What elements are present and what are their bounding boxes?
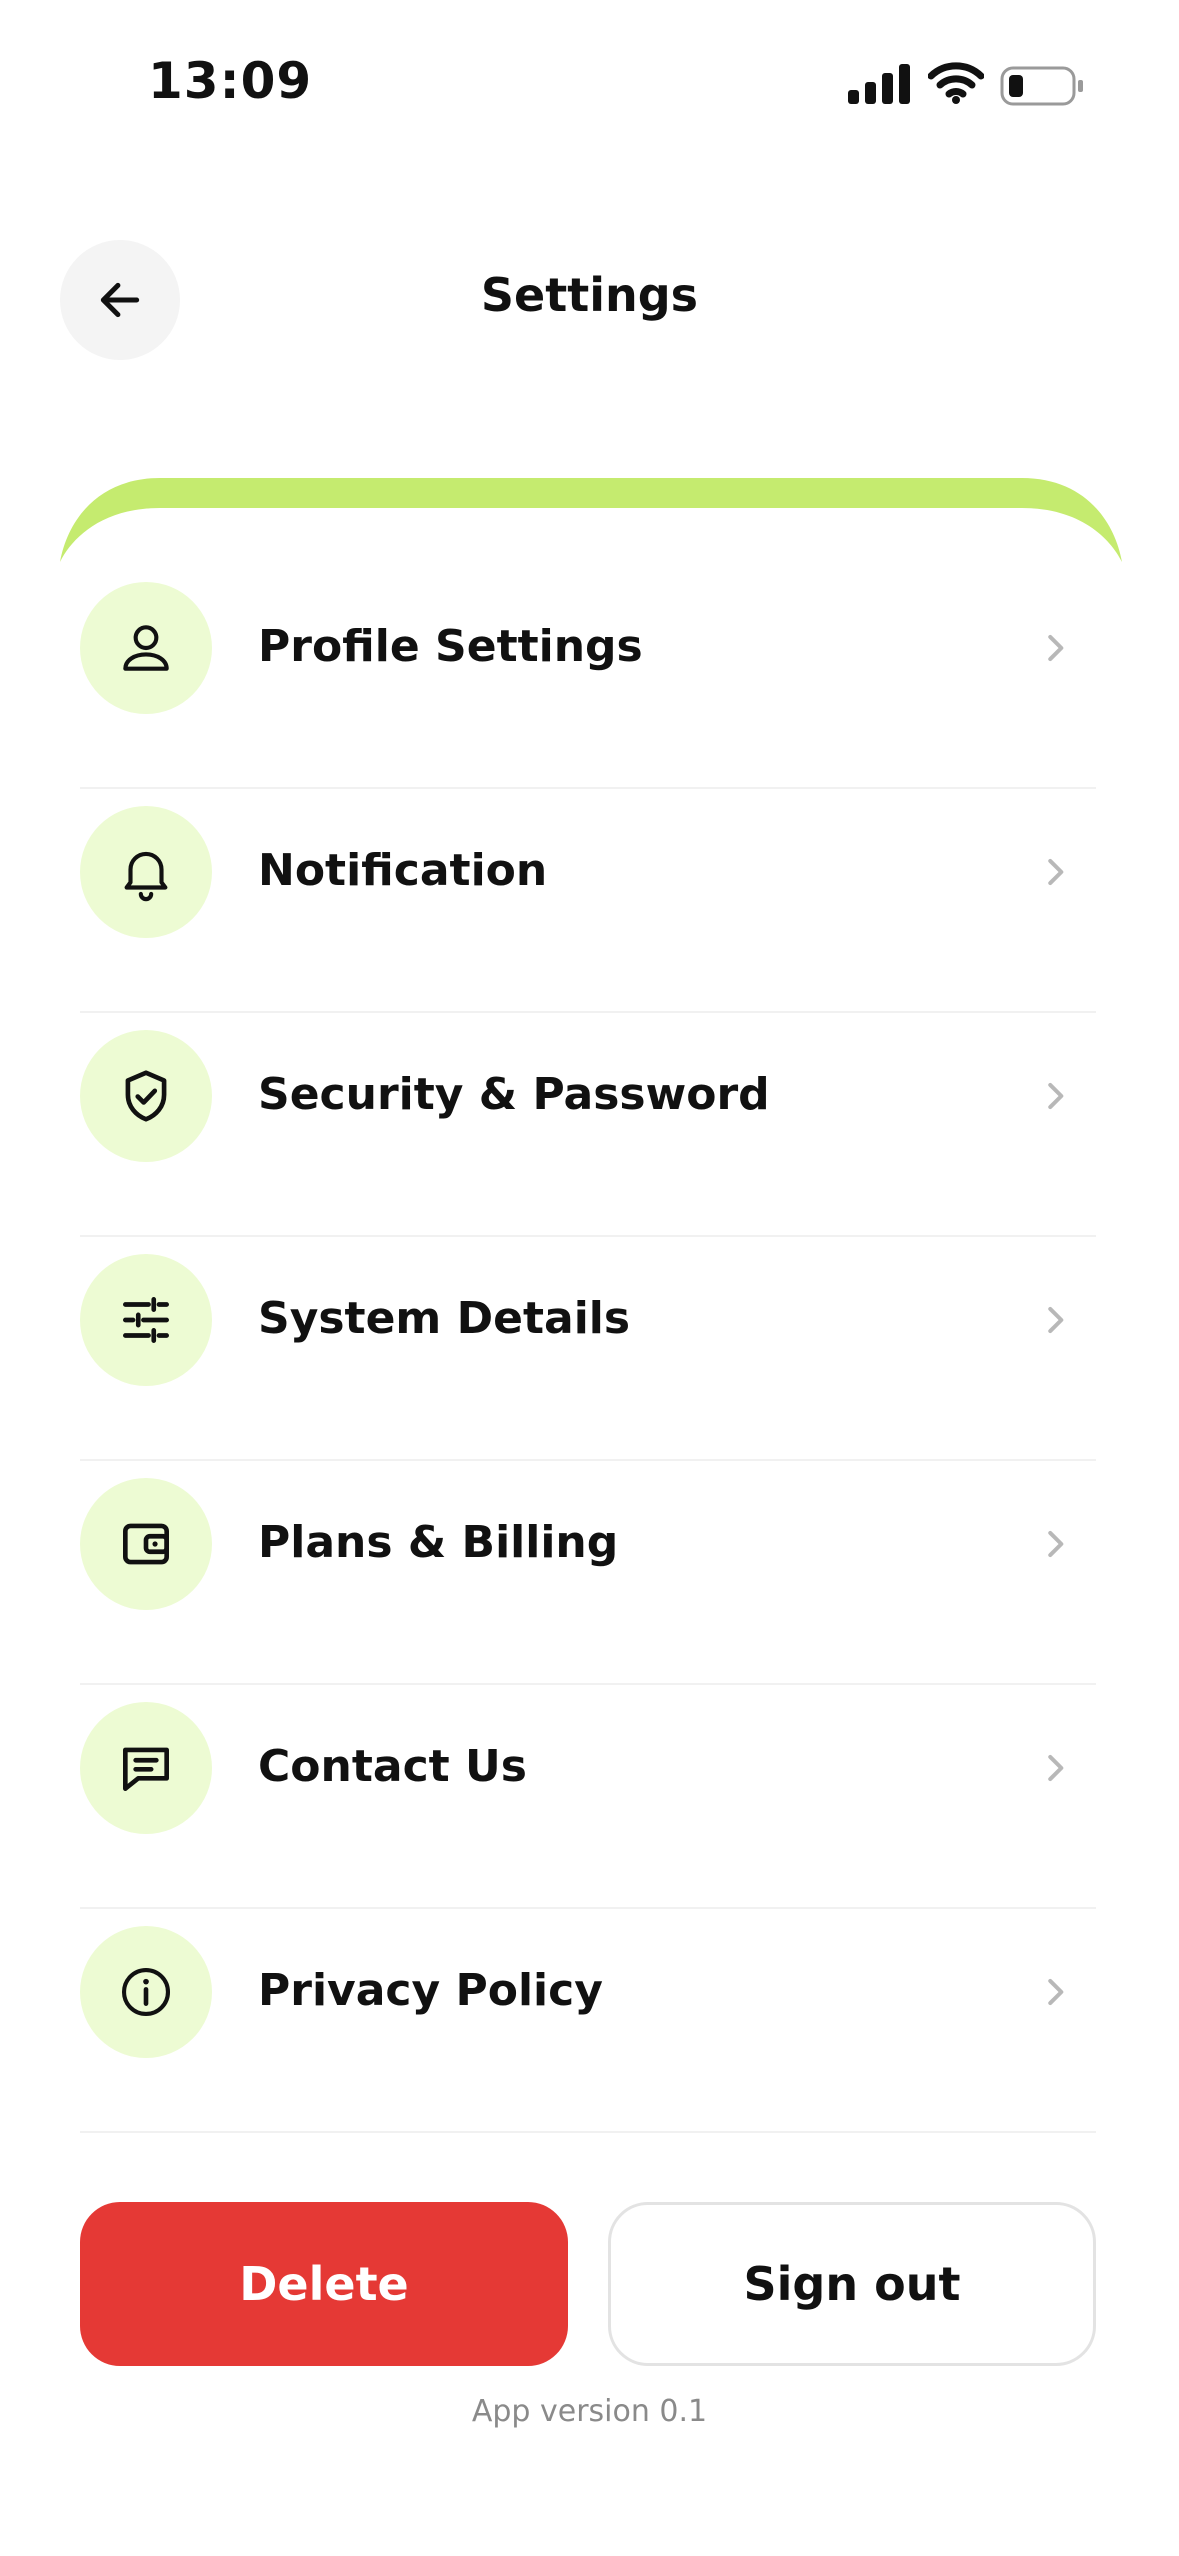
menu-item-label: Contact Us [258,1741,527,1792]
wallet-icon [123,1523,169,1565]
icon-badge [80,1926,212,2058]
menu-item-plans-billing[interactable]: Plans & Billing [80,1461,1096,1685]
menu-item-label: System Details [258,1293,631,1344]
header: Settings [0,230,1179,370]
wifi-icon [928,62,984,104]
menu-item-profile-settings[interactable]: Profile Settings [80,565,1096,789]
action-buttons: Delete Sign out [80,2202,1096,2366]
shield-check-icon [125,1070,167,1122]
menu-item-security-password[interactable]: Security & Password [80,1013,1096,1237]
menu-item-notification[interactable]: Notification [80,789,1096,1013]
menu-item-label: Plans & Billing [258,1517,619,1568]
menu-item-label: Notification [258,845,548,896]
status-time: 13:09 [148,52,313,110]
status-bar: 13:09 [0,0,1179,170]
signal-icon [848,64,910,104]
chevron-right-icon [1048,1754,1064,1782]
menu-item-label: Security & Password [258,1069,770,1120]
battery-icon [1000,66,1083,106]
sliders-icon [123,1297,169,1343]
delete-button[interactable]: Delete [80,2202,568,2366]
chevron-right-icon [1048,1530,1064,1558]
user-icon [123,625,169,671]
bell-icon [124,851,168,902]
page-title: Settings [480,268,699,322]
chevron-right-icon [1048,1978,1064,2006]
chevron-right-icon [1048,634,1064,662]
menu-item-label: Privacy Policy [258,1965,603,2016]
card-top-accent [60,478,1122,562]
menu-item-system-details[interactable]: System Details [80,1237,1096,1461]
icon-badge [80,582,212,714]
chevron-right-icon [1048,858,1064,886]
icon-badge [80,1030,212,1162]
icon-badge [80,1254,212,1386]
menu-item-label: Profile Settings [258,621,643,672]
settings-list: Profile Settings Notification Security &… [80,565,1096,2133]
icon-badge [80,1702,212,1834]
menu-item-privacy-policy[interactable]: Privacy Policy [80,1909,1096,2133]
icon-badge [80,806,212,938]
app-version: App version 0.1 [471,2394,708,2429]
info-icon [121,1967,171,2017]
chevron-right-icon [1048,1082,1064,1110]
sign-out-button[interactable]: Sign out [608,2202,1096,2366]
chevron-right-icon [1048,1306,1064,1334]
message-icon [123,1747,169,1791]
icon-badge [80,1478,212,1610]
menu-item-contact-us[interactable]: Contact Us [80,1685,1096,1909]
